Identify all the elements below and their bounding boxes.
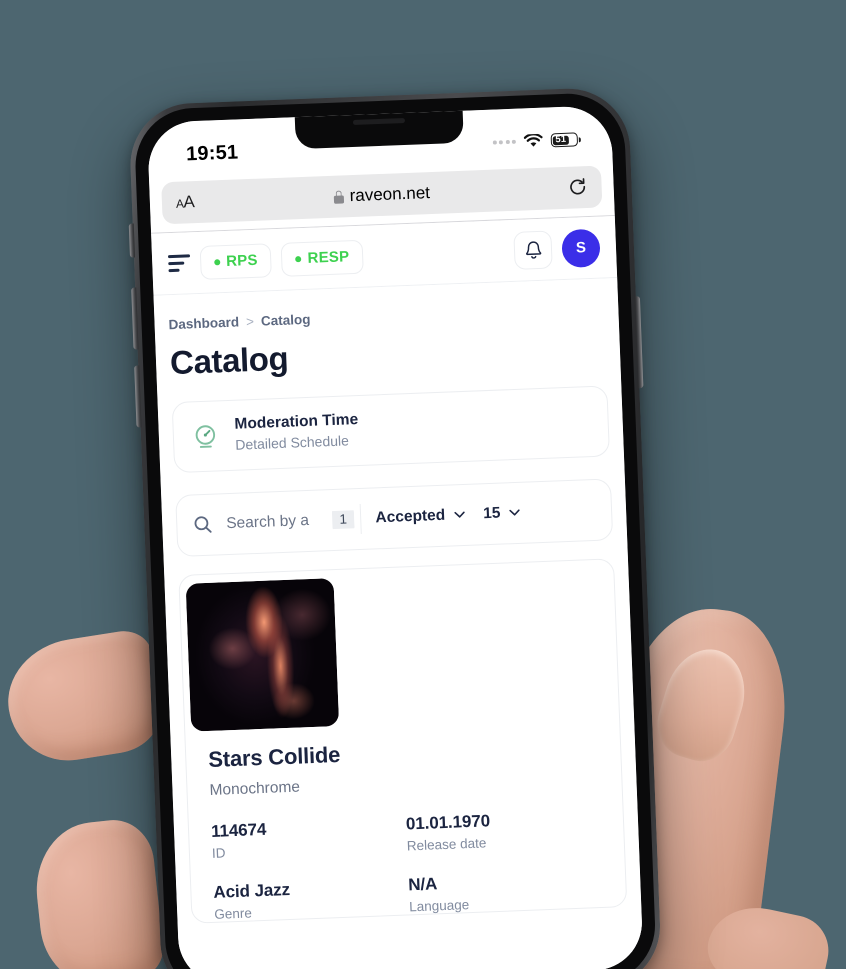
breadcrumb: Dashboard > Catalog xyxy=(168,300,604,332)
meta-value: Acid Jazz xyxy=(213,879,291,902)
url-display: raveon.net xyxy=(162,176,602,213)
meta-field-genre: Acid Jazz Genre xyxy=(213,875,409,921)
power-button[interactable] xyxy=(634,296,644,389)
status-pill-rps[interactable]: RPS xyxy=(199,242,273,280)
wifi-icon xyxy=(523,133,543,147)
moderation-time-card[interactable]: Moderation Time Detailed Schedule xyxy=(171,385,610,473)
signal-dots-icon xyxy=(492,139,516,145)
index-finger xyxy=(0,627,167,769)
volume-down-button[interactable] xyxy=(134,365,142,428)
status-pill-label: RESP xyxy=(307,248,350,267)
chevron-down-icon xyxy=(454,511,465,518)
gauge-icon xyxy=(195,425,216,448)
volume-up-button[interactable] xyxy=(131,287,139,350)
page-size-value: 15 xyxy=(482,504,501,522)
meta-value: 114674 xyxy=(210,819,267,841)
meta-label: Release date xyxy=(406,834,487,853)
item-metadata-grid: 114674 ID 01.01.1970 Release date Acid J… xyxy=(211,807,605,922)
knuckle xyxy=(700,898,836,969)
lock-icon xyxy=(333,189,344,204)
earpiece-speaker xyxy=(352,117,406,125)
chevron-down-icon xyxy=(509,509,520,516)
thumbnail xyxy=(648,639,757,770)
breadcrumb-item-catalog[interactable]: Catalog xyxy=(261,312,311,329)
status-filter-value: Accepted xyxy=(375,506,446,526)
item-title: Stars Collide xyxy=(207,741,341,772)
catalog-item-details: Stars Collide Monochrome 114674 ID 01.01… xyxy=(185,715,626,923)
reload-icon[interactable] xyxy=(567,177,588,198)
notifications-button[interactable] xyxy=(513,229,553,270)
status-pill-label: RPS xyxy=(225,251,258,270)
status-pill-resp[interactable]: RESP xyxy=(280,239,364,277)
meta-value: N/A xyxy=(407,873,438,894)
search-input[interactable]: Search by a 1 xyxy=(225,509,355,533)
text-size-button[interactable]: AA xyxy=(176,192,195,213)
page-title: Catalog xyxy=(169,339,289,382)
phone-frame: 19:51 51 AA raveon.net RPS RESP S Dashbo… xyxy=(128,86,663,969)
album-cover-image[interactable] xyxy=(185,577,340,732)
phone-device: 19:51 51 AA raveon.net RPS RESP S Dashbo… xyxy=(128,86,663,969)
meta-label: Language xyxy=(408,896,470,914)
page-content: Dashboard > Catalog Catalog Moderation T… xyxy=(153,277,644,969)
filter-divider xyxy=(359,503,363,534)
moderation-subtitle: Detailed Schedule xyxy=(234,432,350,453)
avatar[interactable]: S xyxy=(561,228,601,268)
notch xyxy=(294,108,464,150)
meta-field-release-date: 01.01.1970 Release date xyxy=(406,807,602,853)
phone-screen: 19:51 51 AA raveon.net RPS RESP S Dashbo… xyxy=(146,105,644,969)
status-filter-select[interactable]: Accepted xyxy=(375,505,465,526)
battery-percent: 51 xyxy=(555,134,567,146)
meta-label: Genre xyxy=(213,904,253,922)
status-dot-icon xyxy=(214,258,221,265)
header-spacer xyxy=(373,251,504,256)
page-size-select[interactable]: 15 xyxy=(483,503,521,522)
item-artist: Monochrome xyxy=(209,778,301,799)
breadcrumb-separator: > xyxy=(245,313,255,330)
meta-label: ID xyxy=(211,844,226,861)
phone-bezel: 19:51 51 AA raveon.net RPS RESP S Dashbo… xyxy=(133,91,658,969)
url-text: raveon.net xyxy=(349,183,431,206)
bell-icon xyxy=(525,240,541,259)
avatar-initial: S xyxy=(575,239,587,257)
status-dot-icon xyxy=(295,255,302,262)
status-indicators: 51 xyxy=(492,132,579,149)
meta-field-language: N/A Language xyxy=(407,867,604,914)
search-placeholder-text: Search by a xyxy=(225,511,310,532)
meta-value: 01.01.1970 xyxy=(405,810,491,833)
search-icon[interactable] xyxy=(193,515,213,535)
filter-bar: Search by a 1 Accepted 15 xyxy=(175,477,614,557)
middle-finger xyxy=(29,816,167,969)
status-time: 19:51 xyxy=(185,140,239,165)
moderation-text: Moderation Time Detailed Schedule xyxy=(234,410,359,455)
search-count-badge: 1 xyxy=(331,509,355,533)
meta-field-id: 114674 ID xyxy=(211,814,407,860)
catalog-item-card[interactable]: Stars Collide Monochrome 114674 ID 01.01… xyxy=(178,557,628,924)
battery-icon: 51 xyxy=(550,132,579,148)
mute-switch[interactable] xyxy=(128,223,136,258)
hamburger-menu-icon[interactable] xyxy=(167,254,191,273)
breadcrumb-item-dashboard[interactable]: Dashboard xyxy=(168,315,239,333)
